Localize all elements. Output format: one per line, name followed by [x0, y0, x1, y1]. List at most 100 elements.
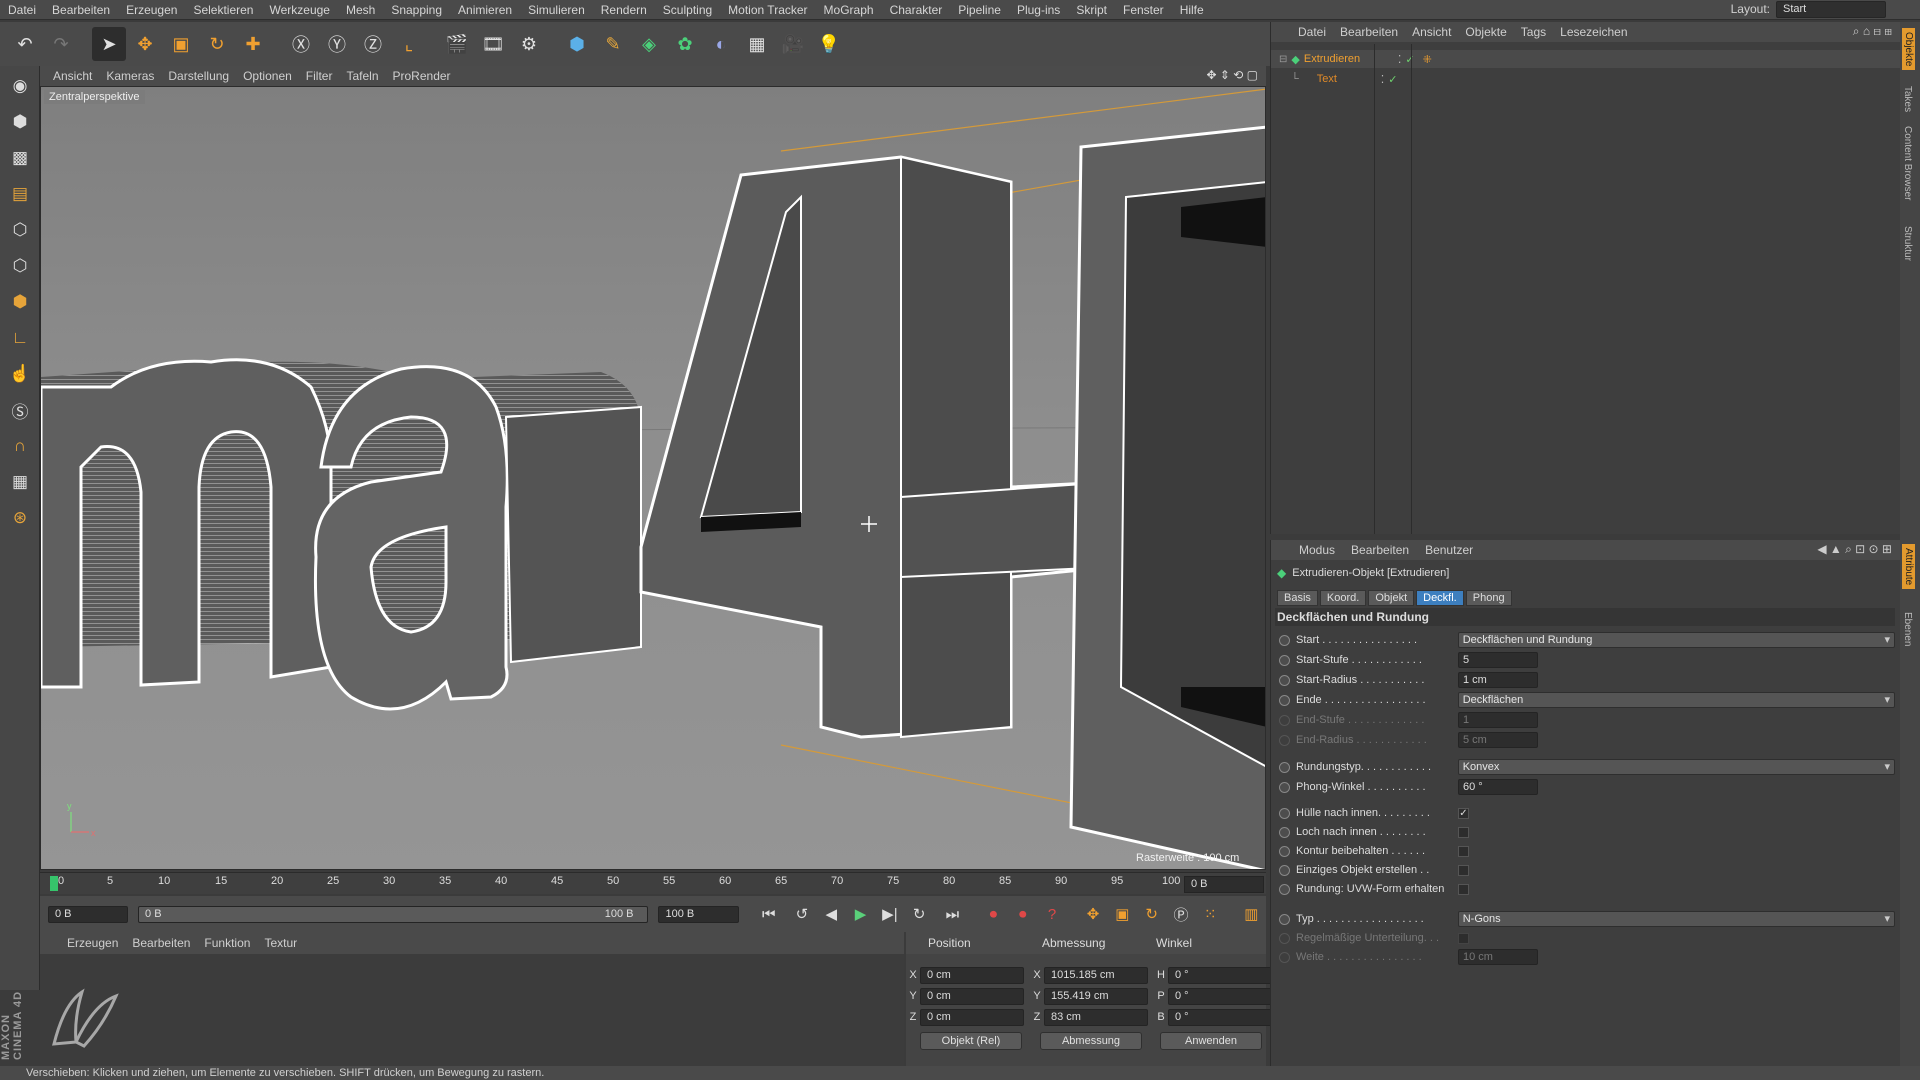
key-pla-icon[interactable]: ⁙ — [1198, 901, 1223, 927]
start-frame-field[interactable]: 0 B — [48, 905, 129, 923]
animation-radio[interactable] — [1279, 883, 1290, 895]
size-x-field[interactable]: 1015.185 cm — [1044, 966, 1148, 984]
viewport-menu-ansicht[interactable]: Ansicht — [46, 69, 99, 83]
menu-pipeline[interactable]: Pipeline — [950, 3, 1009, 17]
render-view-icon[interactable]: 🎬 — [440, 27, 474, 61]
tab-basis[interactable]: Basis — [1277, 590, 1318, 606]
menu-werkzeuge[interactable]: Werkzeuge — [261, 3, 337, 17]
end-frame-field[interactable]: 100 B — [658, 905, 739, 923]
material-menu-erzeugen[interactable]: Erzeugen — [60, 936, 125, 950]
side-tab-ebenen[interactable]: Ebenen — [1902, 612, 1913, 646]
menu-mograph[interactable]: MoGraph — [816, 3, 882, 17]
menu-erzeugen[interactable]: Erzeugen — [118, 3, 185, 17]
soft-selection-icon[interactable]: Ⓢ — [3, 394, 37, 426]
object-name[interactable]: Extrudieren — [1304, 53, 1382, 65]
render-settings-icon[interactable]: ⚙ — [512, 27, 546, 61]
scale-icon[interactable]: ▣ — [164, 27, 198, 61]
keyframe-selection-icon[interactable]: ? — [1039, 901, 1064, 927]
ende-dropdown[interactable]: Deckflächen — [1457, 692, 1895, 708]
object-row-extrudieren[interactable]: ⊟ ◆ Extrudieren ⁚ ✓ ⁜ — [1271, 50, 1901, 68]
render-picture-viewer-icon[interactable]: 🎞 — [476, 27, 510, 61]
model-mode-icon[interactable]: ⬢ — [3, 106, 37, 138]
material-menu-funktion[interactable]: Funktion — [197, 936, 257, 950]
viewport-menu-optionen[interactable]: Optionen — [236, 69, 299, 83]
loch-nach-innen-checkbox[interactable] — [1458, 826, 1469, 838]
rotation-h-field[interactable]: 0 ° — [1168, 966, 1272, 984]
redo-icon[interactable]: ↷ — [44, 27, 78, 61]
coordinate-system-icon[interactable]: ⌞ — [392, 27, 426, 61]
position-y-field[interactable]: 0 cm — [920, 987, 1024, 1005]
subdivision-icon[interactable]: ◈ — [632, 27, 666, 61]
key-rotation-icon[interactable]: ↻ — [1139, 901, 1164, 927]
menu-selektieren[interactable]: Selektieren — [185, 3, 261, 17]
animation-radio[interactable] — [1279, 807, 1290, 819]
key-scale-icon[interactable]: ▣ — [1110, 901, 1135, 927]
grid-snap-icon[interactable]: ▦ — [3, 466, 37, 498]
timeline-ruler[interactable]: 0 5 10 15 20 25 30 35 40 45 50 55 60 65 … — [40, 872, 1266, 894]
points-mode-icon[interactable]: ⬡ — [3, 214, 37, 246]
object-menu-tags[interactable]: Tags — [1514, 25, 1553, 39]
menu-motion-tracker[interactable]: Motion Tracker — [720, 3, 815, 17]
cube-icon[interactable]: ⬢ — [560, 27, 594, 61]
side-tab-attribute[interactable]: Attribute — [1902, 544, 1915, 590]
object-manager-tools-icon[interactable]: ⌕ ⌂ ⊟ ⊞ — [1853, 24, 1892, 39]
visibility-dots-icon[interactable]: ⁚ — [1381, 73, 1385, 86]
animation-radio[interactable] — [1279, 845, 1290, 857]
viewport-menu-kameras[interactable]: Kameras — [99, 69, 161, 83]
timeline-window-icon[interactable]: ▥ — [1239, 901, 1264, 927]
menu-animieren[interactable]: Animieren — [450, 3, 520, 17]
coord-mode-dropdown[interactable]: Objekt (Rel) — [920, 1032, 1022, 1050]
viewport-menu-filter[interactable]: Filter — [299, 69, 340, 83]
size-z-field[interactable]: 83 cm — [1044, 1008, 1148, 1026]
menu-simulieren[interactable]: Simulieren — [520, 3, 593, 17]
animation-radio[interactable] — [1279, 654, 1290, 666]
attribute-nav-icons[interactable]: ◀ ▲ ⌕ ⊡ ⊙ ⊞ — [1817, 542, 1892, 557]
pen-spline-icon[interactable]: ✎ — [596, 27, 630, 61]
deformer-icon[interactable]: ◐ — [704, 27, 738, 61]
collapse-icon[interactable]: ⊟ — [1279, 54, 1287, 65]
side-tab-content-browser[interactable]: Content Browser — [1902, 126, 1913, 200]
workplane-icon[interactable]: ▤ — [3, 178, 37, 210]
attribute-menu-bearbeiten[interactable]: Bearbeiten — [1343, 543, 1417, 557]
rundungstyp-dropdown[interactable]: Konvex — [1457, 759, 1895, 775]
rotate-icon[interactable]: ↻ — [200, 27, 234, 61]
menu-sculpting[interactable]: Sculpting — [655, 3, 720, 17]
viewport-menu-tafeln[interactable]: Tafeln — [339, 69, 385, 83]
object-row-text[interactable]: └ Text ⁚ ✓ — [1271, 70, 1901, 88]
menu-datei[interactable]: Datei — [0, 3, 44, 17]
side-tab-struktur[interactable]: Struktur — [1902, 226, 1913, 261]
phong-winkel-field[interactable]: 60 ° — [1458, 779, 1538, 795]
animation-radio[interactable] — [1279, 826, 1290, 838]
object-menu-bearbeiten[interactable]: Bearbeiten — [1333, 25, 1405, 39]
menu-mesh[interactable]: Mesh — [338, 3, 383, 17]
menu-plugins[interactable]: Plug-ins — [1009, 3, 1068, 17]
plus-transform-icon[interactable]: ✚ — [236, 27, 270, 61]
phong-tag-icon[interactable]: ⁜ — [1423, 53, 1432, 66]
goto-start-icon[interactable]: ⏮ — [756, 901, 781, 927]
size-y-field[interactable]: 155.419 cm — [1044, 987, 1148, 1005]
play-icon[interactable]: ▶ — [848, 901, 873, 927]
next-frame-icon[interactable]: ▶| — [877, 901, 902, 927]
animation-radio[interactable] — [1279, 694, 1290, 706]
goto-end-icon[interactable]: ⏭ — [940, 901, 965, 927]
x-axis-icon[interactable]: Ⓧ — [284, 27, 318, 61]
side-tab-takes[interactable]: Takes — [1902, 86, 1913, 112]
current-frame-field[interactable]: 0 B — [1184, 876, 1264, 893]
key-parameter-icon[interactable]: Ⓟ — [1168, 901, 1193, 927]
frame-range-slider[interactable]: 0 B 100 B — [138, 905, 649, 923]
rotation-p-field[interactable]: 0 ° — [1168, 987, 1272, 1005]
position-x-field[interactable]: 0 cm — [920, 966, 1024, 984]
object-menu-ansicht[interactable]: Ansicht — [1405, 25, 1458, 39]
kontur-beibehalten-checkbox[interactable] — [1458, 845, 1469, 857]
3d-viewport[interactable]: y x — [40, 86, 1266, 870]
object-menu-lesezeichen[interactable]: Lesezeichen — [1553, 25, 1634, 39]
attribute-menu-benutzer[interactable]: Benutzer — [1417, 543, 1481, 557]
attribute-menu-modus[interactable]: Modus — [1291, 543, 1343, 557]
viewport-nav-icons[interactable]: ✥ ⇕ ⟲ ▢ — [1206, 68, 1258, 82]
floor-icon[interactable]: ▦ — [740, 27, 774, 61]
tab-koord[interactable]: Koord. — [1319, 590, 1367, 606]
enabled-check-icon[interactable]: ✓ — [1388, 73, 1397, 86]
animation-radio[interactable] — [1279, 634, 1290, 646]
viewport-menu-darstellung[interactable]: Darstellung — [161, 69, 236, 83]
menu-hilfe[interactable]: Hilfe — [1172, 3, 1212, 17]
